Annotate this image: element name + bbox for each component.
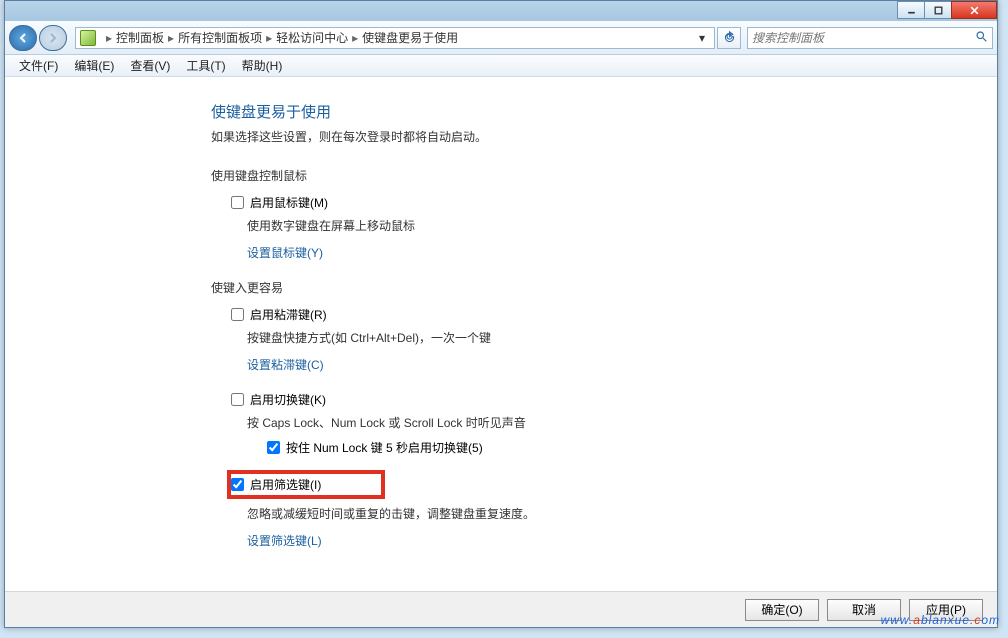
filter-keys-checkbox[interactable] xyxy=(231,478,244,491)
back-button[interactable] xyxy=(9,25,37,51)
toggle-keys-desc: 按 Caps Lock、Num Lock 或 Scroll Lock 时听见声音 xyxy=(247,414,997,431)
menu-tools[interactable]: 工具(T) xyxy=(178,55,233,76)
hold-numlock-checkbox-row[interactable]: 按住 Num Lock 键 5 秒启用切换键(5) xyxy=(267,439,997,456)
sticky-keys-settings-link[interactable]: 设置粘滞键(C) xyxy=(247,356,997,373)
menu-view[interactable]: 查看(V) xyxy=(122,55,178,76)
page-subtitle: 如果选择这些设置，则在每次登录时都将自动启动。 xyxy=(211,128,997,145)
section-mouse-control: 使用键盘控制鼠标 xyxy=(211,167,997,184)
search-bar[interactable] xyxy=(747,27,993,49)
hold-numlock-checkbox[interactable] xyxy=(267,441,280,454)
mouse-keys-checkbox[interactable] xyxy=(231,196,244,209)
breadcrumb-sep: ▸ xyxy=(106,31,112,45)
watermark: www.ablanxue.com xyxy=(881,604,1000,630)
content-area: 使键盘更易于使用 如果选择这些设置，则在每次登录时都将自动启动。 使用键盘控制鼠… xyxy=(5,77,997,591)
ok-button[interactable]: 确定(O) xyxy=(745,599,819,621)
control-panel-window: ▸ 控制面板 ▸ 所有控制面板项 ▸ 轻松访问中心 ▸ 使键盘更易于使用 ▾ 文… xyxy=(4,0,998,628)
mouse-keys-desc: 使用数字键盘在屏幕上移动鼠标 xyxy=(247,217,997,234)
address-bar[interactable]: ▸ 控制面板 ▸ 所有控制面板项 ▸ 轻松访问中心 ▸ 使键盘更易于使用 ▾ xyxy=(75,27,715,49)
section-easier-typing: 使键入更容易 xyxy=(211,279,997,296)
sticky-keys-desc: 按键盘快捷方式(如 Ctrl+Alt+Del)，一次一个键 xyxy=(247,329,997,346)
close-button[interactable] xyxy=(951,1,997,19)
maximize-button[interactable] xyxy=(924,1,952,19)
footer: 确定(O) 取消 应用(P) xyxy=(5,591,997,627)
filter-keys-highlight[interactable]: 启用筛选键(I) xyxy=(227,470,385,499)
filter-keys-desc: 忽略或减缓短时间或重复的击键，调整键盘重复速度。 xyxy=(247,505,997,522)
toggle-keys-checkbox[interactable] xyxy=(231,393,244,406)
mouse-keys-checkbox-row[interactable]: 启用鼠标键(M) xyxy=(231,194,997,211)
refresh-button[interactable] xyxy=(717,27,741,49)
forward-button[interactable] xyxy=(39,25,67,51)
breadcrumb-item[interactable]: 所有控制面板项 xyxy=(178,29,262,46)
hold-numlock-label: 按住 Num Lock 键 5 秒启用切换键(5) xyxy=(286,439,483,456)
toggle-keys-label: 启用切换键(K) xyxy=(250,391,326,408)
window-controls xyxy=(898,1,997,19)
breadcrumb-item[interactable]: 使键盘更易于使用 xyxy=(362,29,458,46)
mouse-keys-settings-link[interactable]: 设置鼠标键(Y) xyxy=(247,244,997,261)
sticky-keys-label: 启用粘滞键(R) xyxy=(250,306,327,323)
minimize-button[interactable] xyxy=(897,1,925,19)
titlebar xyxy=(5,1,997,21)
address-dropdown-icon[interactable]: ▾ xyxy=(694,31,710,45)
breadcrumb-item[interactable]: 轻松访问中心 xyxy=(276,29,348,46)
search-input[interactable] xyxy=(752,31,975,45)
sticky-keys-checkbox-row[interactable]: 启用粘滞键(R) xyxy=(231,306,997,323)
menu-help[interactable]: 帮助(H) xyxy=(234,55,291,76)
filter-keys-settings-link[interactable]: 设置筛选键(L) xyxy=(247,532,997,549)
menubar: 文件(F) 编辑(E) 查看(V) 工具(T) 帮助(H) xyxy=(5,55,997,77)
search-icon[interactable] xyxy=(975,30,988,46)
menu-edit[interactable]: 编辑(E) xyxy=(66,55,122,76)
breadcrumb-item[interactable]: 控制面板 xyxy=(116,29,164,46)
control-panel-icon xyxy=(80,30,96,46)
sticky-keys-checkbox[interactable] xyxy=(231,308,244,321)
menu-file[interactable]: 文件(F) xyxy=(11,55,66,76)
mouse-keys-label: 启用鼠标键(M) xyxy=(250,194,328,211)
filter-keys-label: 启用筛选键(I) xyxy=(250,476,321,493)
navbar: ▸ 控制面板 ▸ 所有控制面板项 ▸ 轻松访问中心 ▸ 使键盘更易于使用 ▾ xyxy=(5,21,997,55)
page-title: 使键盘更易于使用 xyxy=(211,101,997,122)
toggle-keys-checkbox-row[interactable]: 启用切换键(K) xyxy=(231,391,997,408)
